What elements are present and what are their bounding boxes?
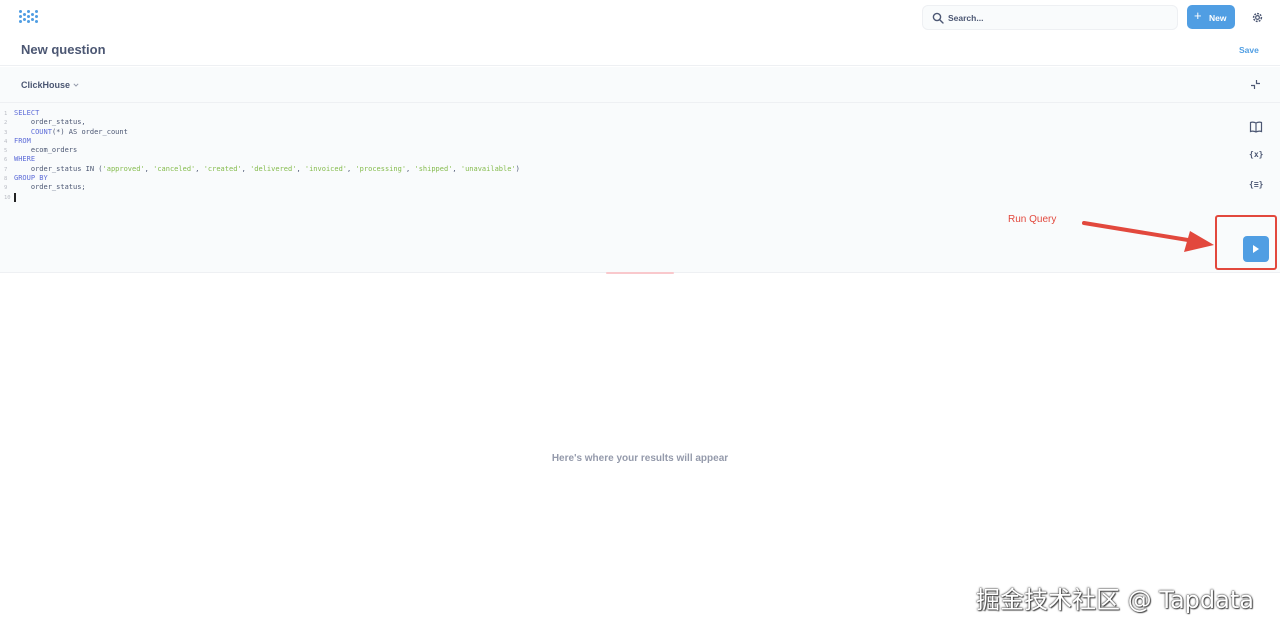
sql-text: order_status, [14,118,86,127]
code-line[interactable]: 4 FROM [0,137,520,146]
sql-string: 'processing' [355,164,407,173]
sql-text: order_status; [14,183,86,192]
save-button[interactable]: Save [1239,45,1259,55]
code-line[interactable]: 3 COUNT(*) AS order_count [0,128,520,137]
search-icon [932,12,944,24]
code-line[interactable]: 2 order_status, [0,118,520,127]
sql-string: 'delivered' [250,164,297,173]
chevron-down-icon[interactable] [73,82,79,88]
code-area[interactable]: 1 SELECT 2 order_status, 3 COUNT(*) AS orde… [0,109,520,202]
sql-text: , [452,164,461,173]
sql-string: 'unavailable' [460,164,516,173]
sql-text: , [241,164,251,173]
top-navbar: New question Search... + New Save [0,0,1280,66]
sql-string: 'approved' [102,164,145,173]
editor-resize-handle[interactable] [606,272,674,274]
variables-icon[interactable]: {x} [1249,150,1263,162]
sql-keyword: GROUP BY [14,174,48,183]
collapse-editor-icon[interactable] [1250,79,1261,90]
sql-text: , [195,164,204,173]
database-bar: ClickHouse [0,67,1280,103]
sql-string: 'shipped' [414,164,453,173]
gear-icon[interactable] [1251,11,1264,24]
search-placeholder: Search... [948,13,984,23]
plus-icon: + [1194,8,1202,23]
sql-string: 'created' [203,164,242,173]
code-line[interactable]: 5 ecom_orders [0,146,520,155]
new-button-label: New [1209,13,1227,23]
new-button[interactable]: + New [1187,5,1235,29]
sql-text: ) [515,164,520,173]
code-line[interactable]: 1 SELECT [0,109,520,118]
sql-text: , [296,164,305,173]
sql-keyword: WHERE [14,155,36,164]
results-placeholder: Here's where your results will appear [551,453,729,464]
play-icon [1253,245,1259,253]
sql-keyword: FROM [14,136,31,145]
code-line[interactable]: 10 [0,192,520,202]
code-line[interactable]: 8 GROUP BY [0,174,520,183]
sql-string: 'canceled' [153,164,196,173]
code-line[interactable]: 7 order_status IN ('approved', 'canceled… [0,165,520,174]
sql-text: ecom_orders [14,146,78,155]
sql-keyword: COUNT [30,127,52,136]
sql-text: (*) AS order_count [51,127,128,136]
book-icon[interactable] [1249,121,1263,133]
code-line[interactable]: 9 order_status; [0,183,520,192]
sql-text: , [144,164,154,173]
run-query-annotation: Run Query [1008,214,1057,225]
database-selector[interactable]: ClickHouse [21,80,70,90]
page-title: New question [21,42,106,57]
search-input[interactable]: Search... [922,5,1178,30]
sql-text: order_status IN ( [14,164,103,173]
text-cursor [14,192,16,202]
metabase-logo-icon[interactable] [19,9,39,26]
line-number: 10 [4,195,11,202]
sql-string: 'invoiced' [304,164,348,173]
code-line[interactable]: 6 WHERE [0,155,520,164]
annotation-arrow-icon [1082,221,1214,252]
snippets-icon[interactable]: {≡} [1249,180,1263,192]
run-query-button[interactable] [1243,236,1269,262]
watermark: 掘金技术社区 @ Tapdata [976,586,1254,614]
sql-keyword: SELECT [14,109,40,117]
